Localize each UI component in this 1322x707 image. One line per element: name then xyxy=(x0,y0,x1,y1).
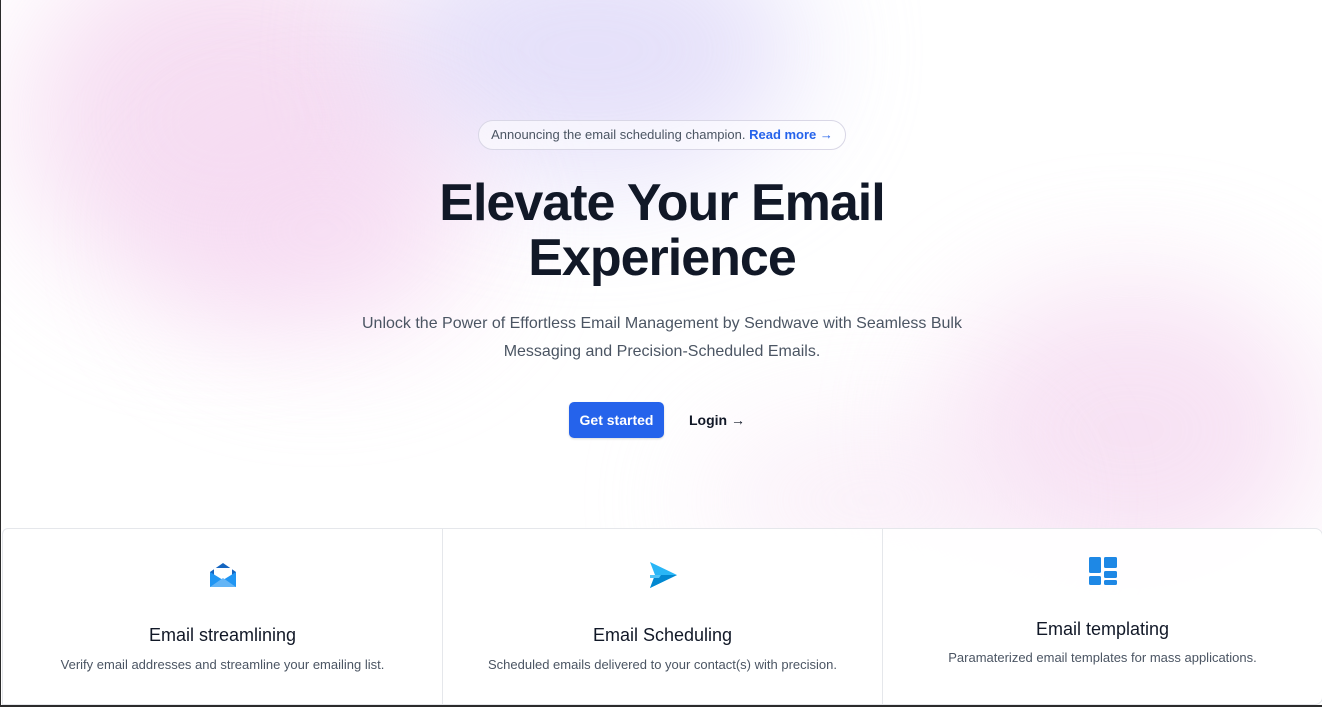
template-grid-icon xyxy=(1088,557,1117,585)
get-started-button[interactable]: Get started xyxy=(569,402,664,438)
feature-title: Email Scheduling xyxy=(592,625,733,645)
feature-title: Email templating xyxy=(1035,619,1170,639)
hero-subtitle: Unlock the Power of Effortless Email Man… xyxy=(362,315,962,360)
feature-description: Paramaterized email templates for mass a… xyxy=(948,650,1257,665)
page-title: Elevate Your Email Experience xyxy=(439,174,885,287)
feature-card-scheduling: Email Scheduling Scheduled emails delive… xyxy=(443,528,883,705)
announcement-text: Announcing the email scheduling champion… xyxy=(491,127,746,142)
features-row: Email streamlining Verify email addresse… xyxy=(2,528,1322,705)
send-icon xyxy=(649,562,677,588)
envelope-open-icon xyxy=(209,563,236,587)
login-button[interactable]: Login → xyxy=(681,402,753,438)
feature-card-templating: Email templating Paramaterized email tem… xyxy=(883,528,1322,705)
feature-description: Verify email addresses and streamline yo… xyxy=(60,657,385,672)
announcement-pill: Announcing the email scheduling champion… xyxy=(478,120,846,150)
feature-description: Scheduled emails delivered to your conta… xyxy=(487,657,837,672)
feature-card-streamlining: Email streamlining Verify email addresse… xyxy=(2,528,443,705)
read-more-link[interactable]: Read more → xyxy=(749,127,833,142)
feature-title: Email streamlining xyxy=(148,625,297,645)
